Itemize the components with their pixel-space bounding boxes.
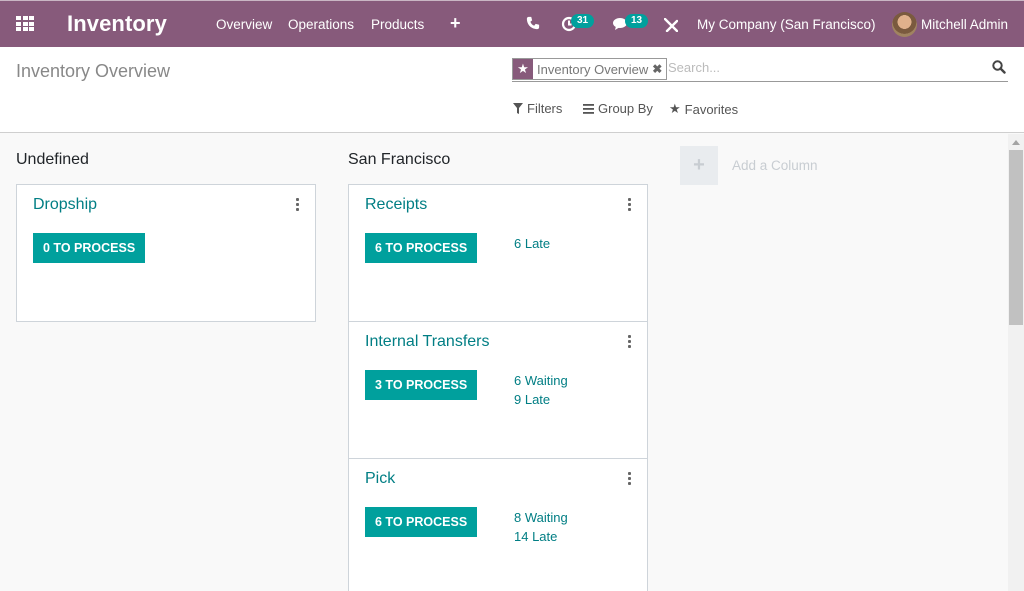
kanban-card-pick[interactable]: Pick 6 TO PROCESS 8 Waiting 14 Late [348,458,648,591]
kanban-card-dropship[interactable]: Dropship 0 TO PROCESS [16,184,316,322]
to-process-button[interactable]: 6 TO PROCESS [365,233,478,263]
card-name[interactable]: Internal Transfers [365,333,490,351]
search-bar: ★ Inventory Overview ✖ [512,58,1008,82]
add-column-plus-icon[interactable]: + [680,146,718,185]
top-navbar: Inventory Overview Operations Products +… [0,0,1024,47]
favorites-star-icon: ★ [669,101,681,116]
filters-label: Filters [527,101,563,116]
app-title[interactable]: Inventory [67,11,167,37]
search-input[interactable] [668,60,978,75]
apps-menu-icon[interactable] [16,16,34,32]
card-name[interactable]: Receipts [365,196,427,214]
company-switcher[interactable]: My Company (San Francisco) [697,17,876,32]
menu-overview[interactable]: Overview [216,17,272,32]
phone-icon[interactable] [526,16,540,35]
waiting-link[interactable]: 8 Waiting [514,508,568,527]
page-title: Inventory Overview [16,61,171,81]
group-by-label: Group By [598,101,653,116]
debug-tools-icon[interactable] [663,17,679,37]
star-icon: ★ [513,59,533,79]
card-menu-icon[interactable] [624,197,634,213]
vertical-scrollbar[interactable] [1008,134,1024,591]
late-link[interactable]: 6 Late [514,234,550,253]
search-icon[interactable] [992,60,1008,76]
group-by-button[interactable]: Group By [583,101,653,116]
late-link[interactable]: 9 Late [514,390,568,409]
search-facet-favorite: ★ Inventory Overview ✖ [512,58,668,80]
card-name[interactable]: Dropship [33,196,97,214]
favorites-label: Favorites [684,101,739,117]
activity-count-badge: 31 [571,14,595,28]
kanban-card-receipts[interactable]: Receipts 6 TO PROCESS 6 Late [348,184,648,322]
card-stats: 8 Waiting 14 Late [514,508,568,546]
card-stats: 6 Late [514,234,550,253]
card-menu-icon[interactable] [624,334,634,350]
card-stats: 6 Waiting 9 Late [514,371,568,409]
card-menu-icon[interactable] [624,471,634,487]
user-avatar[interactable] [892,12,917,37]
kanban-card-internal-transfers[interactable]: Internal Transfers 3 TO PROCESS 6 Waitin… [348,321,648,459]
kanban-board: Undefined Dropship 0 TO PROCESS San Fran… [0,134,1008,591]
to-process-button[interactable]: 3 TO PROCESS [365,370,478,400]
group-by-bars-icon [583,103,594,114]
card-name[interactable]: Pick [365,470,395,488]
to-process-button[interactable]: 0 TO PROCESS [33,233,146,263]
card-menu-icon[interactable] [292,197,302,213]
facet-remove-icon[interactable]: ✖ [652,62,666,76]
filters-button[interactable]: Filters [513,101,562,116]
add-menu-icon[interactable]: + [450,13,461,34]
scrollbar-thumb[interactable] [1009,150,1023,325]
favorites-button[interactable]: ★ Favorites [669,101,738,117]
add-column-label[interactable]: Add a Column [732,158,818,173]
column-title-undefined: Undefined [16,151,89,168]
facet-label: Inventory Overview [537,61,649,77]
message-count-badge: 13 [625,14,649,28]
filter-funnel-icon [513,103,523,114]
control-panel: Inventory Overview ★ Inventory Overview … [0,47,1024,133]
column-title-san-francisco: San Francisco [348,151,451,168]
menu-products[interactable]: Products [371,17,424,32]
late-link[interactable]: 14 Late [514,527,568,546]
scroll-up-arrow-icon[interactable] [1012,140,1020,145]
to-process-button[interactable]: 6 TO PROCESS [365,507,478,537]
user-menu[interactable]: Mitchell Admin [921,17,1008,32]
menu-operations[interactable]: Operations [288,17,354,32]
waiting-link[interactable]: 6 Waiting [514,371,568,390]
